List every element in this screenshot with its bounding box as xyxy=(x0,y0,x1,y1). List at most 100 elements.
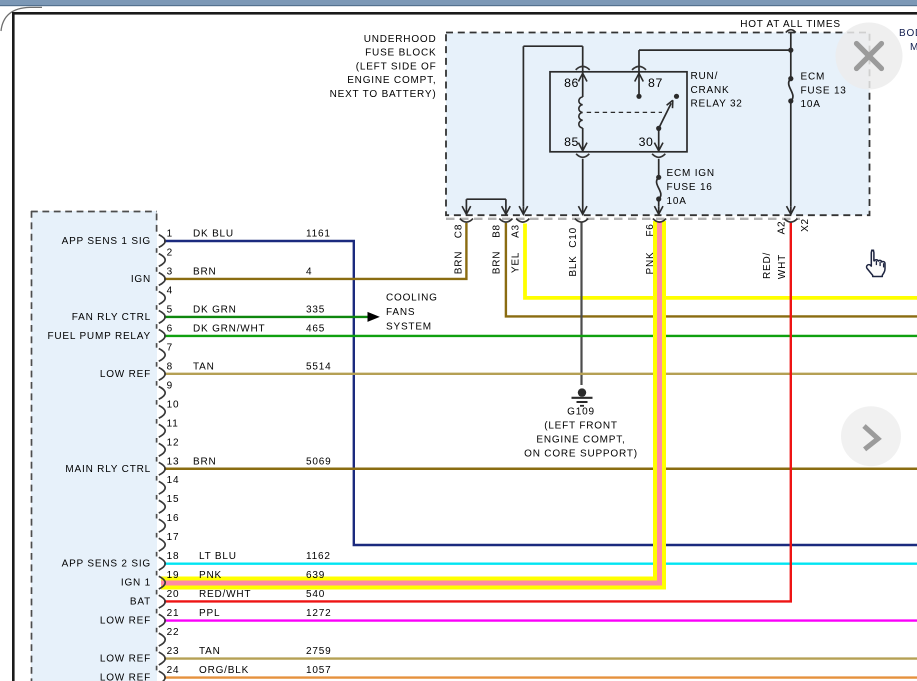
svg-text:1162: 1162 xyxy=(306,551,331,562)
svg-text:465: 465 xyxy=(306,323,325,334)
svg-text:BLK: BLK xyxy=(568,255,579,276)
svg-text:A3: A3 xyxy=(510,224,521,238)
svg-text:YEL: YEL xyxy=(510,252,521,273)
svg-text:APP SENS 1 SIG: APP SENS 1 SIG xyxy=(62,236,151,247)
svg-text:G109: G109 xyxy=(567,407,595,418)
svg-text:BRN: BRN xyxy=(193,456,217,467)
svg-text:UNDERHOOD: UNDERHOOD xyxy=(364,34,437,45)
svg-text:FAN RLY CTRL: FAN RLY CTRL xyxy=(72,312,151,323)
svg-text:A2: A2 xyxy=(776,221,787,235)
svg-text:B8: B8 xyxy=(492,224,503,238)
svg-text:ENGINE COMPT,: ENGINE COMPT, xyxy=(347,75,436,86)
svg-text:16: 16 xyxy=(167,513,180,524)
svg-text:BRN: BRN xyxy=(454,251,465,275)
svg-text:IGN 1: IGN 1 xyxy=(121,578,151,589)
svg-text:HOT AT ALL TIMES: HOT AT ALL TIMES xyxy=(740,19,841,30)
svg-text:NEXT TO BATTERY): NEXT TO BATTERY) xyxy=(330,89,437,100)
svg-text:20: 20 xyxy=(167,589,180,600)
svg-text:ENGINE COMPT,: ENGINE COMPT, xyxy=(536,435,625,446)
svg-text:24: 24 xyxy=(167,665,180,676)
svg-text:23: 23 xyxy=(167,646,180,657)
svg-text:WHT: WHT xyxy=(777,254,788,279)
svg-text:1: 1 xyxy=(167,229,173,240)
svg-text:MODULE: MODULE xyxy=(910,42,917,53)
svg-text:10A: 10A xyxy=(801,99,821,110)
svg-text:LOW REF: LOW REF xyxy=(100,654,151,665)
svg-text:PPL: PPL xyxy=(199,608,220,619)
svg-text:10: 10 xyxy=(167,399,180,410)
svg-text:C10: C10 xyxy=(568,227,579,248)
svg-text:MAIN RLY CTRL: MAIN RLY CTRL xyxy=(65,464,151,475)
svg-text:FANS: FANS xyxy=(386,307,415,318)
svg-text:BODY: BODY xyxy=(899,28,917,39)
svg-text:DK GRN: DK GRN xyxy=(193,304,237,315)
svg-text:540: 540 xyxy=(306,589,325,600)
svg-text:TAN: TAN xyxy=(193,361,215,372)
svg-text:1161: 1161 xyxy=(306,229,331,240)
svg-text:1272: 1272 xyxy=(306,608,331,619)
svg-text:PNK: PNK xyxy=(199,570,222,581)
svg-text:639: 639 xyxy=(306,570,325,581)
svg-text:2759: 2759 xyxy=(306,646,331,657)
svg-text:(LEFT SIDE OF: (LEFT SIDE OF xyxy=(356,61,437,72)
svg-text:21: 21 xyxy=(167,608,180,619)
svg-text:LOW REF: LOW REF xyxy=(100,616,151,627)
svg-text:C8: C8 xyxy=(454,224,465,238)
svg-text:13: 13 xyxy=(167,456,180,467)
svg-text:ON CORE SUPPORT): ON CORE SUPPORT) xyxy=(524,448,638,459)
svg-text:9: 9 xyxy=(167,380,173,391)
svg-text:18: 18 xyxy=(167,551,180,562)
svg-text:FUSE 13: FUSE 13 xyxy=(801,85,847,96)
svg-text:ORG/BLK: ORG/BLK xyxy=(199,665,249,676)
svg-text:2: 2 xyxy=(167,247,173,258)
svg-text:6: 6 xyxy=(167,323,173,334)
svg-text:DK GRN/WHT: DK GRN/WHT xyxy=(193,323,265,334)
svg-text:LOW REF: LOW REF xyxy=(100,673,151,681)
svg-text:FUSE BLOCK: FUSE BLOCK xyxy=(365,48,436,59)
svg-text:LT BLU: LT BLU xyxy=(199,551,237,562)
svg-text:8: 8 xyxy=(167,361,173,372)
svg-text:CRANK: CRANK xyxy=(691,85,730,96)
svg-text:RUN/: RUN/ xyxy=(691,71,719,82)
svg-text:TAN: TAN xyxy=(199,646,221,657)
svg-text:3: 3 xyxy=(167,266,173,277)
svg-text:335: 335 xyxy=(306,304,325,315)
svg-text:COOLING: COOLING xyxy=(386,292,438,303)
svg-text:85: 85 xyxy=(564,135,579,149)
svg-text:FUEL PUMP RELAY: FUEL PUMP RELAY xyxy=(47,331,151,342)
svg-text:86: 86 xyxy=(564,76,579,90)
svg-text:1057: 1057 xyxy=(306,665,331,676)
svg-text:BRN: BRN xyxy=(492,251,503,275)
svg-text:BRN: BRN xyxy=(193,266,217,277)
svg-text:14: 14 xyxy=(167,475,180,486)
svg-text:BAT: BAT xyxy=(130,597,151,608)
svg-text:19: 19 xyxy=(167,570,180,581)
svg-text:(LEFT FRONT: (LEFT FRONT xyxy=(544,421,618,432)
svg-text:15: 15 xyxy=(167,494,180,505)
svg-text:X2: X2 xyxy=(800,218,811,232)
svg-text:4: 4 xyxy=(167,285,173,296)
svg-text:5: 5 xyxy=(167,304,173,315)
svg-text:10A: 10A xyxy=(667,196,687,207)
svg-text:LOW REF: LOW REF xyxy=(100,369,151,380)
svg-text:F6: F6 xyxy=(645,223,656,236)
svg-text:87: 87 xyxy=(648,76,663,90)
svg-text:RED/WHT: RED/WHT xyxy=(199,589,251,600)
svg-text:ECM IGN: ECM IGN xyxy=(667,168,715,179)
svg-text:RELAY 32: RELAY 32 xyxy=(691,99,743,110)
svg-text:5514: 5514 xyxy=(306,361,331,372)
svg-text:30: 30 xyxy=(639,135,654,149)
svg-text:12: 12 xyxy=(167,437,180,448)
svg-text:ECM: ECM xyxy=(801,72,826,83)
svg-text:IGN: IGN xyxy=(131,274,151,285)
svg-text:4: 4 xyxy=(306,266,312,277)
svg-text:5069: 5069 xyxy=(306,456,331,467)
svg-text:DK BLU: DK BLU xyxy=(193,229,234,240)
svg-text:7: 7 xyxy=(167,342,173,353)
svg-text:FUSE 16: FUSE 16 xyxy=(667,182,713,193)
svg-text:22: 22 xyxy=(167,627,180,638)
svg-text:SYSTEM: SYSTEM xyxy=(386,321,432,332)
svg-text:RED/: RED/ xyxy=(762,252,773,279)
svg-text:PNK: PNK xyxy=(645,252,656,275)
svg-text:APP SENS 2 SIG: APP SENS 2 SIG xyxy=(62,559,151,570)
